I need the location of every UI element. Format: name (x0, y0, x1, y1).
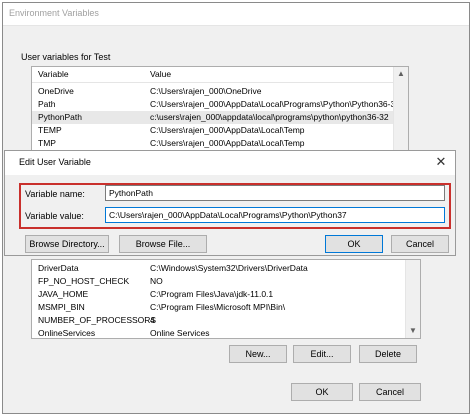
table-row[interactable]: OneDrive C:\Users\rajen_000\OneDrive (32, 85, 394, 98)
table-row[interactable]: MSMPI_BIN C:\Program Files\Microsoft MPI… (32, 301, 406, 314)
edit-button[interactable]: Edit... (293, 345, 351, 363)
table-row[interactable]: TMP C:\Users\rajen_000\AppData\Local\Tem… (32, 137, 394, 150)
up-arrow-icon[interactable]: ▲ (394, 67, 408, 81)
variable-value: c:\users\rajen_000\appdata\local\program… (150, 112, 389, 122)
close-icon[interactable]: ✕ (433, 154, 449, 170)
variable-value: Online Services (150, 328, 210, 338)
variable-name: TEMP (38, 125, 62, 135)
variable-value: 4 (150, 315, 155, 325)
variable-name: OnlineServices (38, 328, 96, 338)
variable-value: NO (150, 276, 163, 286)
variable-value: C:\Windows\System32\Drivers\DriverData (150, 263, 308, 273)
user-variables-label: User variables for Test (21, 52, 111, 62)
table-row-selected[interactable]: PythonPath c:\users\rajen_000\appdata\lo… (32, 111, 394, 124)
variable-name: JAVA_HOME (38, 289, 89, 299)
variable-value: C:\Users\rajen_000\AppData\Local\Temp (150, 138, 305, 148)
browse-directory-button[interactable]: Browse Directory... (25, 235, 109, 253)
vertical-scrollbar[interactable]: ▼ (405, 260, 420, 338)
variable-name-label: Variable name: (25, 189, 85, 199)
variable-value: C:\Users\rajen_000\OneDrive (150, 86, 262, 96)
variable-name: TMP (38, 138, 56, 148)
vertical-scrollbar[interactable]: ▲ (393, 67, 408, 151)
variable-value: C:\Users\rajen_000\AppData\Local\Temp (150, 125, 305, 135)
dialog-ok-button[interactable]: OK (325, 235, 383, 253)
new-button[interactable]: New... (229, 345, 287, 363)
ok-button[interactable]: OK (291, 383, 353, 401)
variable-name: Path (38, 99, 56, 109)
table-row[interactable]: Path C:\Users\rajen_000\AppData\Local\Pr… (32, 98, 407, 111)
variable-value: C:\Users\rajen_000\AppData\Local\Program… (150, 99, 408, 109)
dialog-cancel-button[interactable]: Cancel (391, 235, 449, 253)
edit-user-variable-dialog: Edit User Variable ✕ Variable name: Pyth… (4, 150, 456, 256)
variable-name: MSMPI_BIN (38, 302, 85, 312)
variable-name-input[interactable]: PythonPath (105, 185, 445, 201)
variable-name: DriverData (38, 263, 79, 273)
table-row[interactable]: TEMP C:\Users\rajen_000\AppData\Local\Te… (32, 124, 394, 137)
column-header-value[interactable]: Value (150, 69, 171, 79)
browse-file-button[interactable]: Browse File... (119, 235, 207, 253)
user-variables-list[interactable]: Variable Value OneDrive C:\Users\rajen_0… (31, 66, 409, 152)
table-row[interactable]: JAVA_HOME C:\Program Files\Java\jdk-11.0… (32, 288, 406, 301)
list-header: Variable Value (32, 67, 394, 83)
dialog-titlebar: Edit User Variable ✕ (5, 151, 455, 175)
variable-value-label: Variable value: (25, 211, 84, 221)
table-row[interactable]: OnlineServices Online Services (32, 327, 406, 340)
down-arrow-icon[interactable]: ▼ (406, 324, 420, 338)
column-header-variable[interactable]: Variable (38, 69, 69, 79)
variable-name: PythonPath (38, 112, 82, 122)
variable-name: OneDrive (38, 86, 74, 96)
dialog-title: Edit User Variable (19, 157, 91, 167)
window-title: Environment Variables (9, 8, 99, 18)
table-row[interactable]: DriverData C:\Windows\System32\Drivers\D… (32, 262, 406, 275)
cancel-button[interactable]: Cancel (359, 383, 421, 401)
delete-button[interactable]: Delete (359, 345, 417, 363)
variable-name: FP_NO_HOST_CHECK (38, 276, 130, 286)
variable-value: C:\Program Files\Java\jdk-11.0.1 (150, 289, 274, 299)
table-row[interactable]: FP_NO_HOST_CHECK NO (32, 275, 406, 288)
variable-name: NUMBER_OF_PROCESSORS (38, 315, 157, 325)
variable-value-input[interactable]: C:\Users\rajen_000\AppData\Local\Program… (105, 207, 445, 223)
system-variables-list[interactable]: DriverData C:\Windows\System32\Drivers\D… (31, 259, 421, 339)
variable-value: C:\Program Files\Microsoft MPI\Bin\ (150, 302, 286, 312)
table-row[interactable]: NUMBER_OF_PROCESSORS 4 (32, 314, 406, 327)
window-titlebar: Environment Variables (3, 3, 469, 26)
